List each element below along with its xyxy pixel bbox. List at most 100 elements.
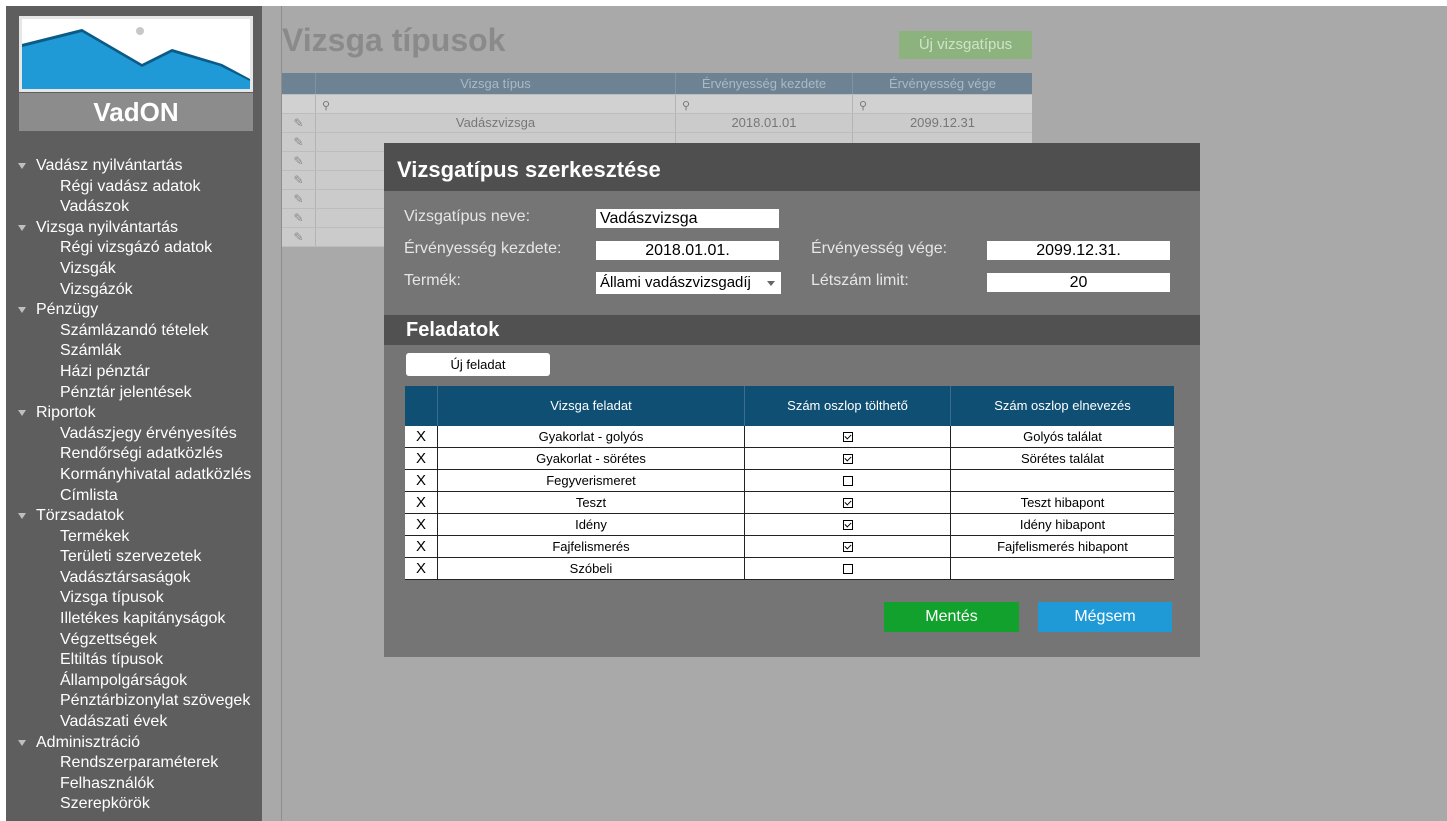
sidebar-item[interactable]: Rendőrségi adatközlés <box>6 444 262 465</box>
pencil-icon[interactable]: ✎ <box>293 230 303 244</box>
numeric-fillable-checkbox[interactable] <box>842 542 853 552</box>
header-exam-type[interactable]: Vizsga típus <box>315 73 675 94</box>
menu-group-label: Vadász nyilvántartás <box>36 157 183 174</box>
task-row: X Fegyverismeret <box>405 470 1174 492</box>
menu-group-label: Vizsga nyilvántartás <box>36 218 178 236</box>
filter-valid-from[interactable]: ⚲ <box>675 95 852 113</box>
sidebar-item[interactable]: Kormányhivatal adatközlés <box>6 465 262 486</box>
numeric-fillable-checkbox[interactable] <box>842 454 853 464</box>
numeric-fillable-checkbox[interactable] <box>842 498 853 508</box>
header-numeric-column-name: Szám oszlop elnevezés <box>950 386 1174 426</box>
delete-task-button[interactable]: X <box>405 514 437 535</box>
menu-group[interactable]: Vizsga nyilvántartás <box>6 218 262 239</box>
new-exam-type-button[interactable]: Új vizsgatípus <box>899 31 1032 59</box>
sidebar-item[interactable]: Illetékes kapitányságok <box>6 609 262 630</box>
edit-cell[interactable]: ✎ <box>282 228 315 246</box>
header-valid-from[interactable]: Érvényesség kezdete <box>675 73 852 94</box>
pencil-icon[interactable]: ✎ <box>293 154 303 168</box>
sidebar-item[interactable]: Vizsga típusok <box>6 588 262 609</box>
sidebar-item[interactable]: Régi vizsgázó adatok <box>6 238 262 259</box>
sidebar-item[interactable]: Területi szervezetek <box>6 547 262 568</box>
pencil-icon[interactable]: ✎ <box>293 211 303 225</box>
task-name-cell: Fegyverismeret <box>437 470 744 491</box>
task-name-cell: Szóbeli <box>437 558 744 579</box>
sidebar-item[interactable]: Pénztárbizonylat szövegek <box>6 691 262 712</box>
delete-task-button[interactable]: X <box>405 448 437 469</box>
sidebar-item[interactable]: Végzettségek <box>6 630 262 651</box>
product-select[interactable]: Állami vadászvizsgadíj <box>596 272 781 294</box>
header-edit-column <box>282 73 315 94</box>
valid-from-input[interactable] <box>596 241 779 260</box>
numeric-fillable-checkbox[interactable] <box>842 476 853 486</box>
sidebar-item[interactable]: Termékek <box>6 527 262 548</box>
edit-cell[interactable]: ✎ <box>282 190 315 208</box>
delete-task-button[interactable]: X <box>405 558 437 579</box>
triangle-down-icon <box>18 163 26 169</box>
numeric-fillable-checkbox[interactable] <box>842 432 853 442</box>
sidebar-item[interactable]: Felhasználók <box>6 774 262 795</box>
table-row[interactable]: ✎ Vadászvizsga 2018.01.01 2099.12.31 <box>282 114 1032 133</box>
tasks-table-header: Vizsga feladat Szám oszlop tölthető Szám… <box>405 386 1174 426</box>
menu-group[interactable]: Adminisztráció <box>6 733 262 754</box>
valid-to-input[interactable] <box>987 241 1170 260</box>
valid-to-cell: 2099.12.31 <box>852 114 1032 132</box>
menu-group-label: Riportok <box>36 404 96 422</box>
pencil-icon[interactable]: ✎ <box>293 173 303 187</box>
numeric-fillable-cell <box>744 558 950 579</box>
sidebar-item[interactable]: Vadászati évek <box>6 712 262 733</box>
sidebar-item[interactable]: Régi vadász adatok <box>6 177 262 198</box>
sidebar-item[interactable]: Vadászjegy érvényesítés <box>6 424 262 445</box>
edit-cell[interactable]: ✎ <box>282 133 315 151</box>
cancel-button[interactable]: Mégsem <box>1038 602 1172 632</box>
pencil-icon[interactable]: ✎ <box>293 192 303 206</box>
menu-group[interactable]: Riportok <box>6 403 262 424</box>
edit-cell[interactable]: ✎ <box>282 114 315 132</box>
sidebar-item[interactable]: Címlista <box>6 486 262 507</box>
triangle-down-icon <box>18 410 26 417</box>
key-icon: ⚲ <box>859 100 868 112</box>
dialog-title: Vizsgatípus szerkesztése <box>397 157 661 182</box>
delete-task-button[interactable]: X <box>405 470 437 491</box>
filter-exam-type[interactable]: ⚲ <box>315 95 675 113</box>
delete-task-button[interactable]: X <box>405 536 437 557</box>
numeric-fillable-checkbox[interactable] <box>842 520 853 530</box>
numeric-fillable-checkbox[interactable] <box>842 564 853 574</box>
sidebar-item[interactable]: Vizsgázók <box>6 280 262 301</box>
sidebar-item[interactable]: Vizsgák <box>6 259 262 280</box>
new-task-button[interactable]: Új feladat <box>406 353 550 376</box>
sidebar-item[interactable]: Eltiltás típusok <box>6 650 262 671</box>
pencil-icon[interactable]: ✎ <box>293 135 303 149</box>
edit-cell[interactable]: ✎ <box>282 209 315 227</box>
header-valid-to[interactable]: Érvényesség vége <box>852 73 1032 94</box>
menu-group[interactable]: Pénzügy <box>6 300 262 321</box>
sidebar-item[interactable]: Vadászok <box>6 197 262 218</box>
sidebar-item[interactable]: Rendszerparaméterek <box>6 753 262 774</box>
sidebar-menu: Vadász nyilvántartás Régi vadász adatok Va… <box>6 156 262 815</box>
task-name-cell: Gyakorlat - sörétes <box>437 448 744 469</box>
numeric-column-name-cell: Teszt hibapont <box>950 492 1174 513</box>
filter-valid-to[interactable]: ⚲ <box>852 95 1032 113</box>
sidebar-item[interactable]: Számlák <box>6 341 262 362</box>
menu-group[interactable]: Vadász nyilvántartás <box>6 156 262 177</box>
edit-cell[interactable]: ✎ <box>282 152 315 170</box>
menu-group[interactable]: Törzsadatok <box>6 506 262 527</box>
delete-task-button[interactable]: X <box>405 492 437 513</box>
sidebar-item[interactable]: Házi pénztár <box>6 362 262 383</box>
save-button[interactable]: Mentés <box>884 602 1019 632</box>
delete-task-button[interactable]: X <box>405 426 437 447</box>
sidebar-item[interactable]: Állampolgárságok <box>6 671 262 692</box>
numeric-column-name-cell: Sörétes találat <box>950 448 1174 469</box>
name-input[interactable] <box>596 209 779 228</box>
sidebar-item[interactable]: Szerepkörök <box>6 794 262 815</box>
sidebar-item[interactable]: Vadásztársaságok <box>6 568 262 589</box>
limit-input[interactable] <box>987 273 1170 292</box>
dialog-title-bar: Vizsgatípus szerkesztése <box>384 143 1200 191</box>
tasks-section-header: Feladatok <box>384 315 1200 345</box>
sidebar-item[interactable]: Pénztár jelentések <box>6 383 262 404</box>
pencil-icon[interactable]: ✎ <box>293 116 303 130</box>
edit-cell[interactable]: ✎ <box>282 171 315 189</box>
header-numeric-fillable: Szám oszlop tölthető <box>744 386 950 426</box>
task-row: X Szóbeli <box>405 558 1174 580</box>
sidebar-item[interactable]: Számlázandó tételek <box>6 321 262 342</box>
numeric-column-name-cell: Idény hibapont <box>950 514 1174 535</box>
